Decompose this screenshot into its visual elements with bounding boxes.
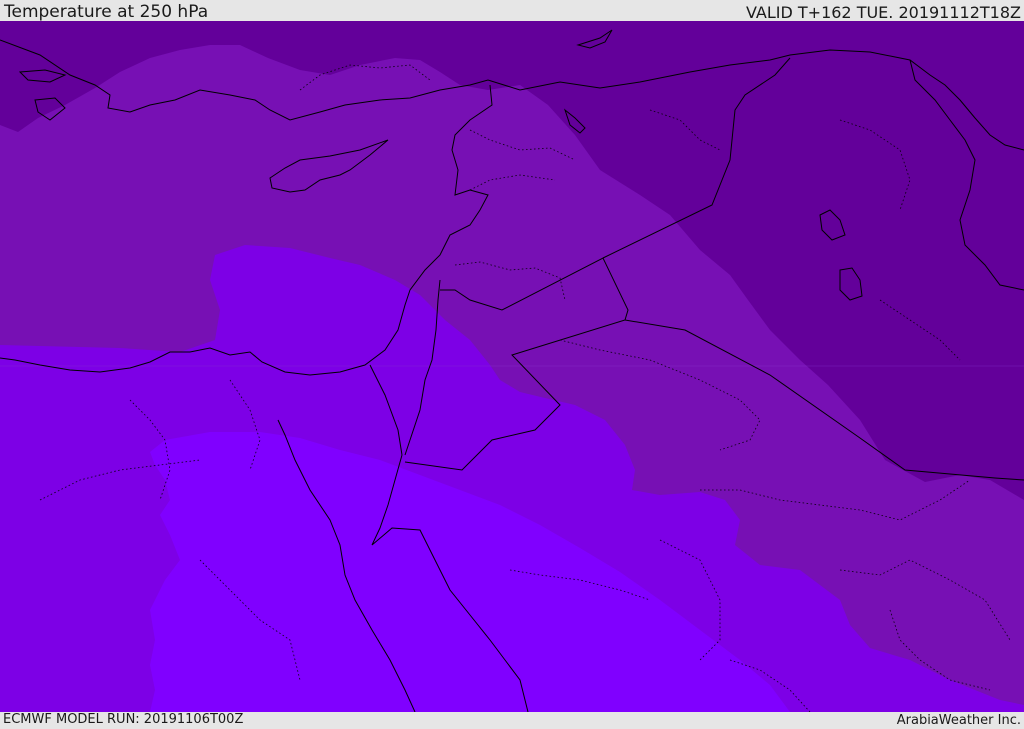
valid-time: VALID T+162 TUE. 20191112T18Z [745,3,1021,22]
header-bar: Temperature at 250 hPa VALID T+162 TUE. … [0,0,1024,22]
credit: ArabiaWeather Inc. [896,713,1021,728]
temperature-map [0,21,1024,712]
model-run: ECMWF MODEL RUN: 20191106T00Z [3,712,244,727]
map-title: Temperature at 250 hPa [4,2,209,22]
map-panel[interactable] [0,21,1024,712]
footer-bar: ECMWF MODEL RUN: 20191106T00Z ArabiaWeat… [0,712,1024,729]
